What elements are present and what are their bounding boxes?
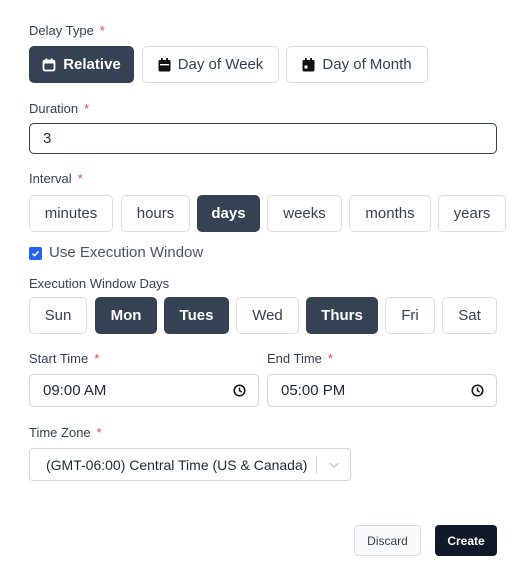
required-asterisk: *: [99, 23, 105, 38]
use-execution-window-checkbox[interactable]: [29, 247, 42, 260]
interval-years-button[interactable]: years: [438, 195, 506, 232]
clock-icon[interactable]: [471, 384, 484, 397]
create-button[interactable]: Create: [435, 525, 497, 556]
button-label: weeks: [283, 205, 326, 222]
button-label: Day of Month: [322, 56, 412, 73]
day-sun-button[interactable]: Sun: [29, 297, 87, 334]
day-wed-button[interactable]: Wed: [236, 297, 299, 334]
button-label: hours: [136, 205, 175, 222]
button-label: years: [453, 205, 491, 222]
required-asterisk: *: [77, 171, 83, 186]
delay-type-day-of-month-button[interactable]: Day of Month: [286, 46, 428, 83]
delay-type-label-text: Delay Type: [29, 23, 94, 38]
time-zone-label-text: Time Zone: [29, 425, 91, 440]
interval-minutes-button[interactable]: minutes: [29, 195, 113, 232]
end-time-label-text: End Time: [267, 351, 322, 366]
button-label: months: [365, 205, 415, 222]
delay-type-relative-button[interactable]: Relative: [29, 46, 134, 83]
required-asterisk: *: [327, 351, 333, 366]
button-label: minutes: [44, 205, 98, 222]
button-label: Discard: [367, 533, 408, 548]
checkmark-icon: [31, 250, 40, 257]
time-zone-label: Time Zone *: [29, 425, 102, 440]
end-time-label: End Time *: [267, 351, 333, 366]
day-tues-button[interactable]: Tues: [164, 297, 229, 334]
interval-hours-button[interactable]: hours: [121, 195, 190, 232]
day-mon-button[interactable]: Mon: [95, 297, 157, 334]
calendar-day-icon: [302, 57, 315, 71]
button-label: Thurs: [321, 307, 363, 324]
delay-type-day-of-week-button[interactable]: Day of Week: [142, 46, 279, 83]
execution-window-days-label-text: Execution Window Days: [29, 276, 170, 291]
button-label: days: [211, 205, 246, 222]
interval-weeks-button[interactable]: weeks: [267, 195, 342, 232]
button-label: Fri: [401, 307, 419, 324]
day-fri-button[interactable]: Fri: [385, 297, 435, 334]
interval-label: Interval *: [29, 171, 83, 186]
clock-icon[interactable]: [233, 384, 246, 397]
duration-value: 3: [43, 130, 52, 147]
execution-window-days-label: Execution Window Days: [29, 276, 169, 291]
use-execution-window-label[interactable]: Use Execution Window: [49, 244, 203, 261]
time-zone-select[interactable]: (GMT-06:00) Central Time (US & Canada): [29, 448, 351, 481]
button-label: Create: [447, 533, 485, 548]
calendar-icon: [158, 57, 171, 71]
start-time-label-text: Start Time: [29, 351, 89, 366]
day-sat-button[interactable]: Sat: [442, 297, 497, 334]
button-label: Sat: [458, 307, 481, 324]
time-zone-value: (GMT-06:00) Central Time (US & Canada): [46, 456, 308, 473]
required-asterisk: *: [94, 351, 100, 366]
button-label: Relative: [63, 56, 121, 73]
calendar-outline-icon: [42, 58, 56, 71]
start-time-input[interactable]: 09:00 AM: [29, 374, 259, 407]
end-time-value: 05:00 PM: [281, 382, 346, 399]
button-label: Day of Week: [177, 56, 264, 73]
start-time-value: 09:00 AM: [43, 382, 107, 399]
button-label: Mon: [110, 307, 142, 324]
button-label: Tues: [179, 307, 214, 324]
day-thurs-button[interactable]: Thurs: [306, 297, 378, 334]
button-label: Sun: [44, 307, 72, 324]
end-time-input[interactable]: 05:00 PM: [267, 374, 497, 407]
start-time-label: Start Time *: [29, 351, 99, 366]
chevron-down-icon[interactable]: [317, 461, 350, 469]
interval-months-button[interactable]: months: [349, 195, 431, 232]
duration-label: Duration *: [29, 101, 89, 116]
button-label: Wed: [252, 307, 283, 324]
delay-type-label: Delay Type *: [29, 23, 105, 38]
required-asterisk: *: [96, 425, 102, 440]
duration-label-text: Duration: [29, 101, 79, 116]
required-asterisk: *: [84, 101, 90, 116]
discard-button[interactable]: Discard: [354, 525, 421, 556]
interval-days-button[interactable]: days: [197, 195, 260, 232]
interval-label-text: Interval: [29, 171, 72, 186]
duration-input[interactable]: 3: [29, 123, 497, 154]
